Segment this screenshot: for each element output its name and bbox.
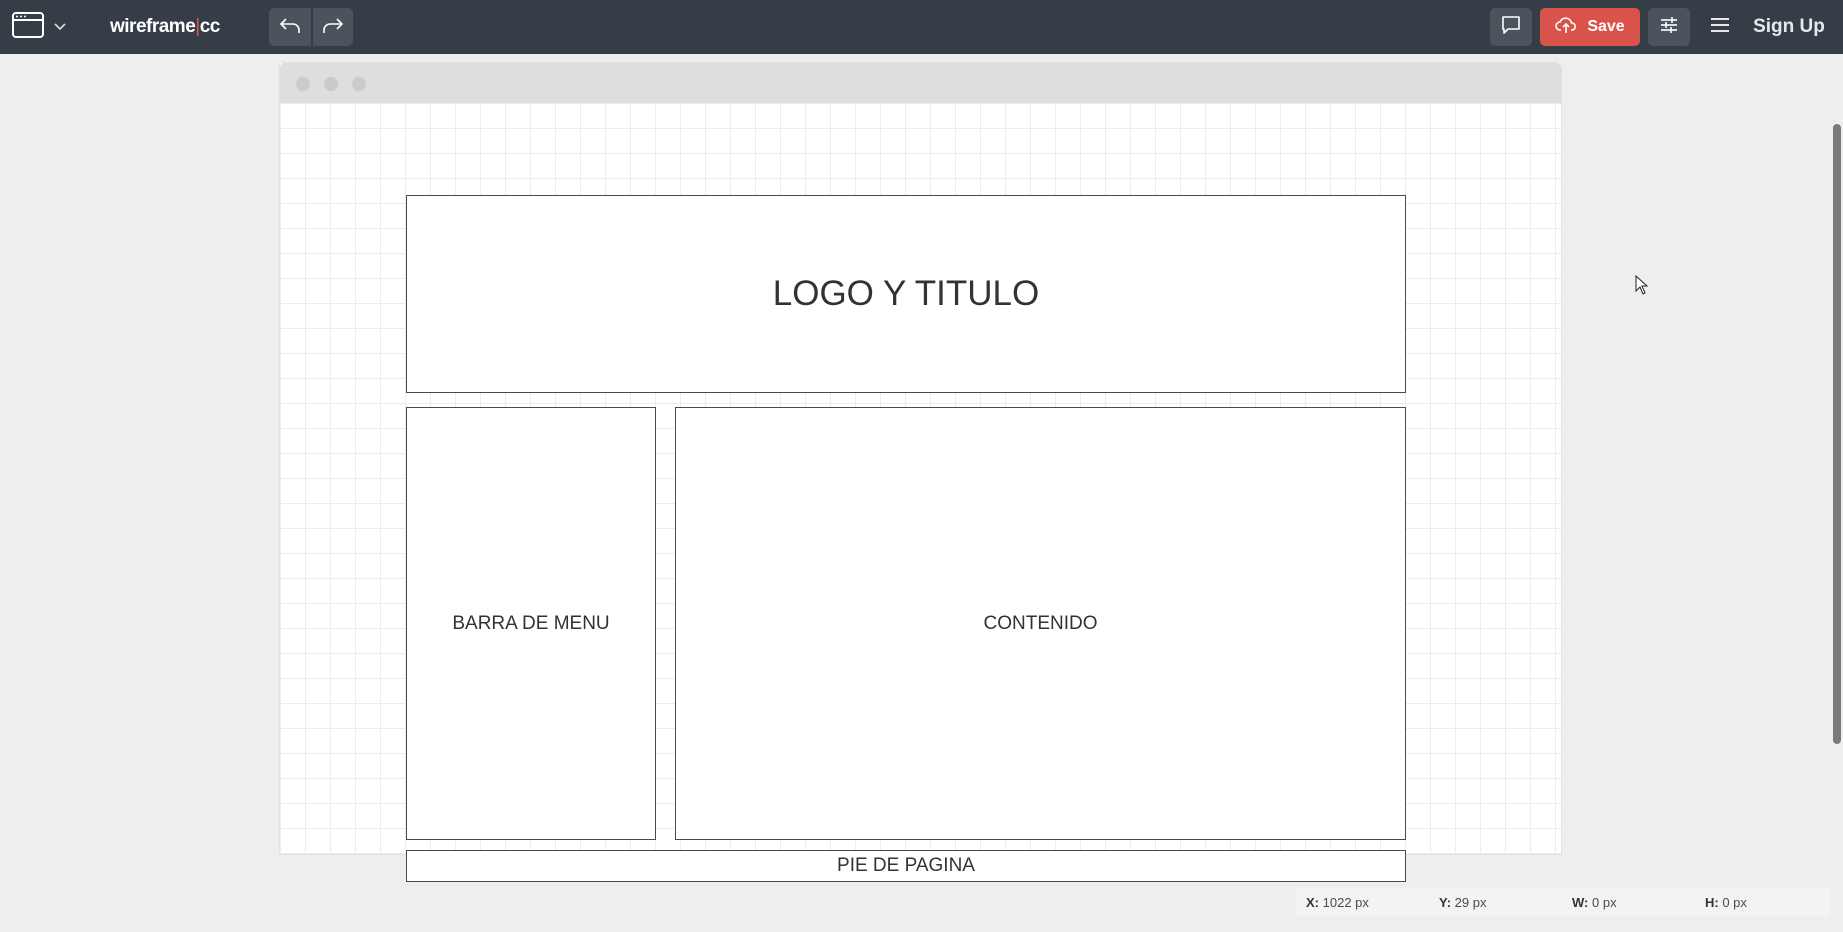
window-dot [296,77,310,91]
window-dot [352,77,366,91]
hamburger-icon [1709,16,1731,39]
status-bar: X: 1022 px Y: 29 px W: 0 px H: 0 px [1296,888,1830,916]
x-readout: X: 1022 px [1296,895,1429,910]
save-button[interactable]: Save [1540,8,1640,46]
main-menu-button[interactable] [1700,8,1740,46]
undo-icon [279,16,301,39]
menu-bar-box-label: BARRA DE MENU [452,612,610,634]
scrollbar-thumb[interactable] [1833,124,1841,744]
menu-bar-box[interactable]: BARRA DE MENU [406,407,656,840]
h-label: H: [1705,894,1719,910]
y-value: 29 px [1454,894,1487,910]
top-toolbar: wireframe|cc Save Sign Up [0,0,1843,54]
window-chrome [280,63,1561,103]
cloud-upload-icon [1555,16,1577,39]
w-value: 0 px [1592,894,1617,910]
sign-up-link[interactable]: Sign Up [1745,8,1833,46]
redo-button[interactable] [313,8,353,46]
window-dot [324,77,338,91]
comment-button[interactable] [1490,8,1532,46]
undo-button[interactable] [269,8,311,46]
chevron-down-icon [54,18,66,36]
content-box[interactable]: CONTENIDO [675,407,1406,840]
h-value: 0 px [1722,894,1747,910]
w-readout: W: 0 px [1562,895,1695,910]
browser-menu-button[interactable] [8,10,70,44]
drawing-canvas[interactable]: LOGO Y TITULO BARRA DE MENU CONTENIDO PI… [280,103,1561,882]
browser-window-icon [12,11,44,43]
redo-icon [322,16,344,39]
h-readout: H: 0 px [1695,895,1828,910]
footer-box-label: PIE DE PAGINA [837,855,975,876]
settings-button[interactable] [1648,8,1690,46]
y-label: Y: [1439,894,1452,910]
save-label: Save [1587,18,1625,35]
header-box-label: LOGO Y TITULO [772,274,1040,313]
header-box[interactable]: LOGO Y TITULO [406,195,1406,393]
mouse-pointer-icon [1635,274,1649,300]
x-label: X: [1306,894,1319,910]
y-readout: Y: 29 px [1429,895,1562,910]
footer-box[interactable]: PIE DE PAGINA [406,850,1406,882]
content-box-label: CONTENIDO [983,612,1098,634]
brand-suffix: cc [199,16,221,37]
sliders-icon [1659,15,1679,40]
brand-logo[interactable]: wireframe|cc [110,16,220,38]
canvas-window: LOGO Y TITULO BARRA DE MENU CONTENIDO PI… [280,63,1561,882]
x-value: 1022 px [1322,894,1369,910]
w-label: W: [1572,894,1589,910]
brand-text: wireframe [110,16,196,37]
comment-icon [1501,15,1521,40]
